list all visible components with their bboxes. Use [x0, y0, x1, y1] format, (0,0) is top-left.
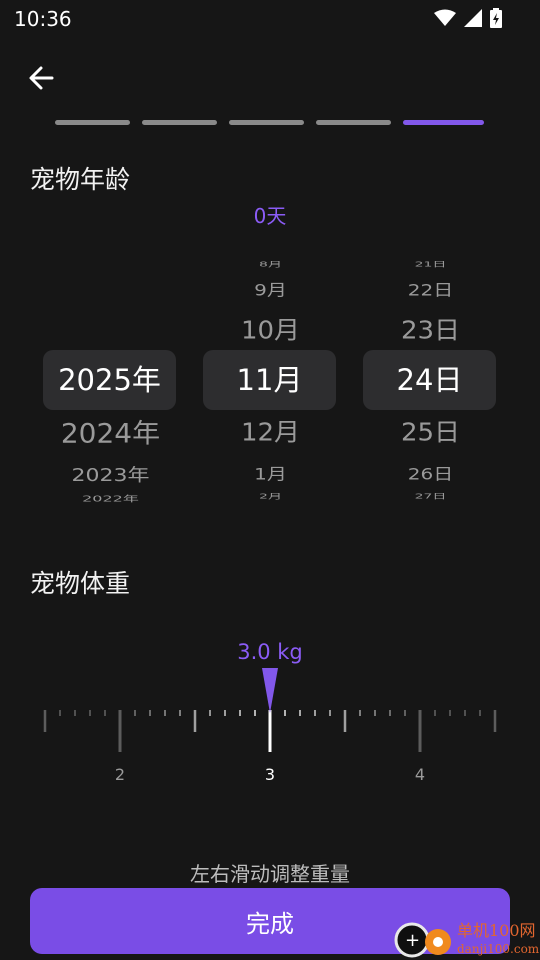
arrow-left-icon: [29, 66, 54, 90]
watermark-logo: + 单机100网 danji100.com: [394, 921, 540, 958]
ruler-tick-label: 4: [415, 765, 425, 784]
svg-text:单机100网: 单机100网: [457, 921, 536, 940]
month-option[interactable]: 10月: [203, 311, 338, 346]
weight-ruler[interactable]: 2 3 4: [40, 665, 500, 790]
year-option[interactable]: 2024年: [43, 413, 178, 451]
progress-step-3: [229, 120, 304, 125]
day-option[interactable]: 25日: [363, 413, 498, 448]
day-picker[interactable]: 21日 22日 23日 24日 25日 26日 27日: [363, 250, 498, 505]
ruler-pointer-icon[interactable]: [262, 668, 278, 713]
progress-step-5: [403, 120, 484, 125]
day-option[interactable]: 22日: [363, 277, 498, 300]
weight-hint: 左右滑动调整重量: [190, 862, 350, 886]
svg-text:+: +: [405, 930, 420, 951]
step-progress: [55, 120, 484, 125]
signal-icon: [464, 9, 482, 27]
month-option[interactable]: 9月: [203, 277, 338, 300]
svg-text:danji100.com: danji100.com: [457, 942, 540, 956]
battery-icon: [490, 8, 502, 28]
month-option[interactable]: 2月: [203, 491, 338, 501]
age-title: 宠物年龄: [30, 165, 131, 194]
month-option[interactable]: 12月: [203, 413, 338, 448]
selected-month[interactable]: 11月: [203, 350, 336, 410]
day-option[interactable]: 23日: [363, 311, 498, 346]
status-icons: [434, 8, 502, 28]
ruler-tick-label: 3: [265, 765, 275, 784]
progress-step-1: [55, 120, 130, 125]
back-button[interactable]: [24, 60, 60, 96]
month-option[interactable]: 1月: [203, 461, 338, 484]
day-option[interactable]: 26日: [363, 461, 498, 484]
weight-title: 宠物体重: [30, 569, 131, 598]
year-option[interactable]: 2022年: [43, 492, 178, 504]
month-option[interactable]: 8月: [203, 259, 338, 269]
progress-step-4: [316, 120, 391, 125]
year-picker[interactable]: 2025年 2024年 2023年 2022年: [43, 250, 178, 505]
year-option[interactable]: 2023年: [43, 461, 178, 487]
selected-year[interactable]: 2025年: [43, 350, 176, 410]
weight-value: 3.0 kg: [237, 640, 303, 664]
day-option[interactable]: 21日: [363, 259, 498, 269]
ruler-tick-label: 2: [115, 765, 125, 784]
wifi-icon: [434, 9, 456, 26]
day-option[interactable]: 27日: [363, 491, 498, 501]
status-time: 10:36: [14, 7, 72, 31]
month-picker[interactable]: 8月 9月 10月 11月 12月 1月 2月: [203, 250, 338, 505]
progress-step-2: [142, 120, 217, 125]
age-value: 0天: [253, 204, 287, 228]
selected-day[interactable]: 24日: [363, 350, 496, 410]
